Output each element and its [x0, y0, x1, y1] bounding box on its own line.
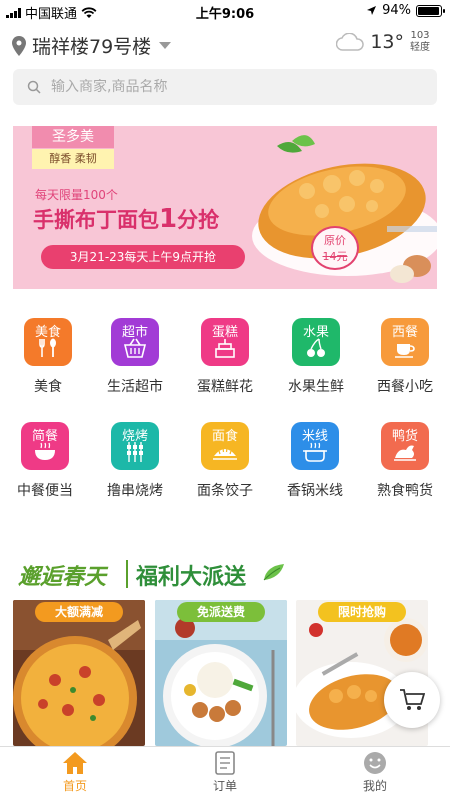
glyph: [24, 338, 72, 364]
glyph: [111, 338, 159, 364]
smiley-icon: [364, 752, 386, 774]
category-label: 美食: [34, 379, 62, 395]
location-name: 瑞祥楼79号楼: [32, 36, 152, 58]
category-food[interactable]: 美食 美食: [3, 318, 93, 396]
category-chinese[interactable]: 简餐 中餐便当: [0, 422, 90, 500]
caret-down-icon: [159, 42, 172, 49]
cup-icon: 西餐: [381, 318, 429, 366]
location-selector[interactable]: 瑞祥楼79号楼: [12, 32, 172, 59]
glyph: [201, 442, 249, 468]
category-duck[interactable]: 鸭货 熟食鸭货: [360, 422, 450, 500]
promo-card-discount[interactable]: 大额满减: [13, 600, 145, 746]
category-label: 面条饺子: [197, 483, 253, 499]
glyph: [21, 442, 69, 468]
brand-tag: 圣多美 醇香 柔韧: [32, 126, 114, 169]
map-pin-icon: [12, 35, 26, 56]
glyph: [291, 442, 339, 468]
fork-spoon-icon: 美食: [24, 318, 72, 366]
tab-home[interactable]: 首页: [35, 751, 115, 794]
category-bbq[interactable]: 烧烤 撸串烧烤: [90, 422, 180, 500]
bowl-icon: 简餐: [21, 422, 69, 470]
search-input[interactable]: [51, 79, 411, 95]
price-old: 14元: [322, 250, 348, 263]
promo-card-label: 大额满减: [35, 602, 123, 622]
tab-label: 首页: [62, 779, 87, 793]
category-cake[interactable]: 蛋糕 蛋糕鲜花: [180, 318, 270, 396]
promo-card-label: 限时抢购: [318, 602, 406, 622]
glyph: [381, 442, 429, 468]
leaf-icon: [263, 564, 284, 581]
promo-section-title: 邂逅春天 福利大派送: [18, 556, 284, 592]
banner-title: 手撕布丁面包1分抢: [33, 204, 219, 234]
weather-widget[interactable]: 13° 103 轻度: [336, 30, 430, 54]
glyph: [201, 338, 249, 364]
promo-card-free-delivery[interactable]: 免派送费: [155, 600, 287, 746]
price-label: 原价: [324, 234, 346, 247]
temperature: 13°: [370, 31, 404, 53]
search-icon: [27, 80, 41, 94]
category-fruit[interactable]: 水果 水果生鲜: [271, 318, 361, 396]
promo-title-b: 福利大派送: [136, 565, 247, 590]
cloud-icon: [336, 33, 365, 51]
cake-icon: 蛋糕: [201, 318, 249, 366]
category-supermarket[interactable]: 超市 生活超市: [90, 318, 180, 396]
order-list-icon: [215, 751, 235, 775]
glyph: [111, 442, 159, 468]
category-label: 熟食鸭货: [377, 483, 433, 499]
tab-label: 订单: [212, 779, 237, 793]
category-label: 生活超市: [107, 379, 163, 395]
bottom-tab-bar: 首页 订单 我的: [0, 746, 450, 800]
skewer-icon: 烧烤: [111, 422, 159, 470]
battery-percent: 94%: [382, 3, 411, 18]
dumpling-icon: 面食: [201, 422, 249, 470]
brand-name: 圣多美: [32, 126, 114, 148]
banner-date: 3月21-23每天上午9点开抢: [41, 245, 245, 269]
aqi-label: 轻度: [410, 42, 430, 53]
duck-icon: 鸭货: [381, 422, 429, 470]
category-ricenoodle[interactable]: 米线 香锅米线: [270, 422, 360, 500]
battery-icon: [416, 4, 445, 17]
floating-cart-button[interactable]: [384, 672, 440, 728]
basket-icon: 超市: [111, 318, 159, 366]
category-label: 撸串烧烤: [107, 483, 163, 499]
aqi-value: 103: [410, 30, 430, 41]
promo-banner[interactable]: 圣多美 醇香 柔韧 每天限量100个 手撕布丁面包1分抢 3月21-23每天上午…: [13, 126, 437, 289]
promo-card-label: 免派送费: [177, 602, 265, 622]
cart-icon: [400, 689, 425, 710]
tab-label: 我的: [362, 779, 387, 793]
category-label: 中餐便当: [17, 483, 73, 499]
banner-title-b: 分抢: [177, 208, 220, 232]
glyph: [292, 338, 340, 364]
banner-limit-text: 每天限量100个: [35, 188, 118, 202]
header: 瑞祥楼79号楼 13° 103 轻度: [0, 28, 450, 64]
cherry-icon: 水果: [292, 318, 340, 366]
category-label: 蛋糕鲜花: [197, 379, 253, 395]
tab-orders[interactable]: 订单: [185, 751, 265, 794]
tab-mine[interactable]: 我的: [335, 751, 415, 794]
brand-slogan: 醇香 柔韧: [32, 149, 114, 169]
search-bar[interactable]: [13, 69, 437, 105]
status-bar: 中国联通 上午9:06 94%: [0, 0, 450, 22]
home-icon: [63, 752, 87, 774]
air-quality: 103 轻度: [410, 30, 430, 54]
price-badge: 原价 14元: [311, 226, 359, 270]
category-noodles[interactable]: 面食 面条饺子: [180, 422, 270, 500]
category-label: 西餐小吃: [377, 379, 433, 395]
location-arrow-icon: [367, 6, 377, 15]
category-label: 水果生鲜: [288, 379, 344, 395]
category-western[interactable]: 西餐 西餐小吃: [360, 318, 450, 396]
banner-title-a: 手撕布丁面包: [33, 208, 159, 232]
glyph: [381, 338, 429, 364]
pot-icon: 米线: [291, 422, 339, 470]
title-divider: [126, 560, 128, 588]
category-label: 香锅米线: [287, 483, 343, 499]
promo-title-a: 邂逅春天: [18, 565, 107, 590]
banner-title-num: 1: [159, 204, 178, 234]
